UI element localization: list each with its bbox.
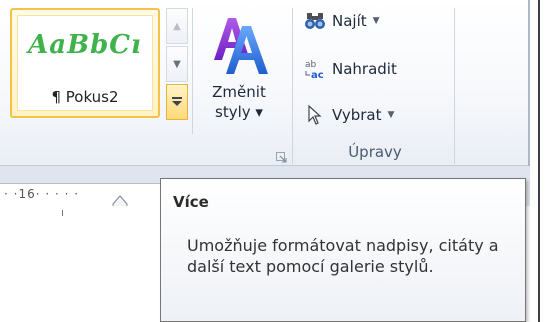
gallery-scroll: ▲ ▼ [166,8,188,122]
select-button[interactable]: Vybrat ▼ [304,102,394,128]
change-styles-line2: styly ▾ [215,103,263,121]
find-button[interactable]: Najít ▼ [304,8,380,34]
find-label: Najít [332,12,367,30]
more-tooltip: Více Umožňuje formátovat nadpisy, citáty… [160,178,526,322]
more-dropdown-icon [172,96,182,108]
horizontal-ruler[interactable]: · ·16· · · · · [0,183,168,207]
tooltip-title: Více [173,193,209,211]
svg-text:ac: ac [311,70,324,80]
style-gallery-item[interactable]: AaBbCı ¶ Pokus2 [10,8,160,118]
change-styles-button[interactable]: Změnit styly ▾ [196,6,282,134]
gallery-scroll-down-button[interactable]: ▼ [166,46,188,82]
triangle-up-icon: ▲ [173,20,181,32]
chevron-down-icon: ▼ [372,16,380,26]
document-area[interactable] [0,206,168,322]
change-styles-line1: Změnit [212,83,266,101]
ruler-ticks: · ·16· · · · · [4,187,80,201]
word-window: AaBbCı ¶ Pokus2 ▲ ▼ Změnit styly ▾ Najít… [0,0,556,322]
cursor-arrow-icon [304,104,326,126]
style-sample-text: AaBbCı [28,30,142,60]
replace-button[interactable]: ab ac Nahradit [304,56,397,82]
replace-ab-ac-icon: ab ac [304,58,326,80]
change-styles-icon [208,10,270,76]
gallery-more-button[interactable] [166,84,188,120]
triangle-down-icon: ▼ [173,58,181,70]
window-border [538,0,540,322]
group-separator [192,8,193,134]
group-separator [454,8,455,164]
chevron-down-icon: ▼ [387,110,395,120]
replace-label: Nahradit [332,60,397,78]
group-separator [292,8,293,164]
doc-tick-mark [62,210,63,216]
editing-group-label: Úpravy [348,143,402,161]
change-styles-label: Změnit styly ▾ [196,82,282,122]
binoculars-icon [304,10,326,32]
window-margin [530,0,556,322]
gallery-scroll-up-button[interactable]: ▲ [166,8,188,44]
style-name: ¶ Pokus2 [51,88,119,106]
style-preview: AaBbCı ¶ Pokus2 [17,15,153,111]
styles-dialog-launcher-icon[interactable] [276,148,287,163]
svg-text:ab: ab [305,60,317,70]
tooltip-description: Umožňuje formátovat nadpisy, citáty a da… [187,236,499,276]
select-label: Vybrat [332,106,382,124]
